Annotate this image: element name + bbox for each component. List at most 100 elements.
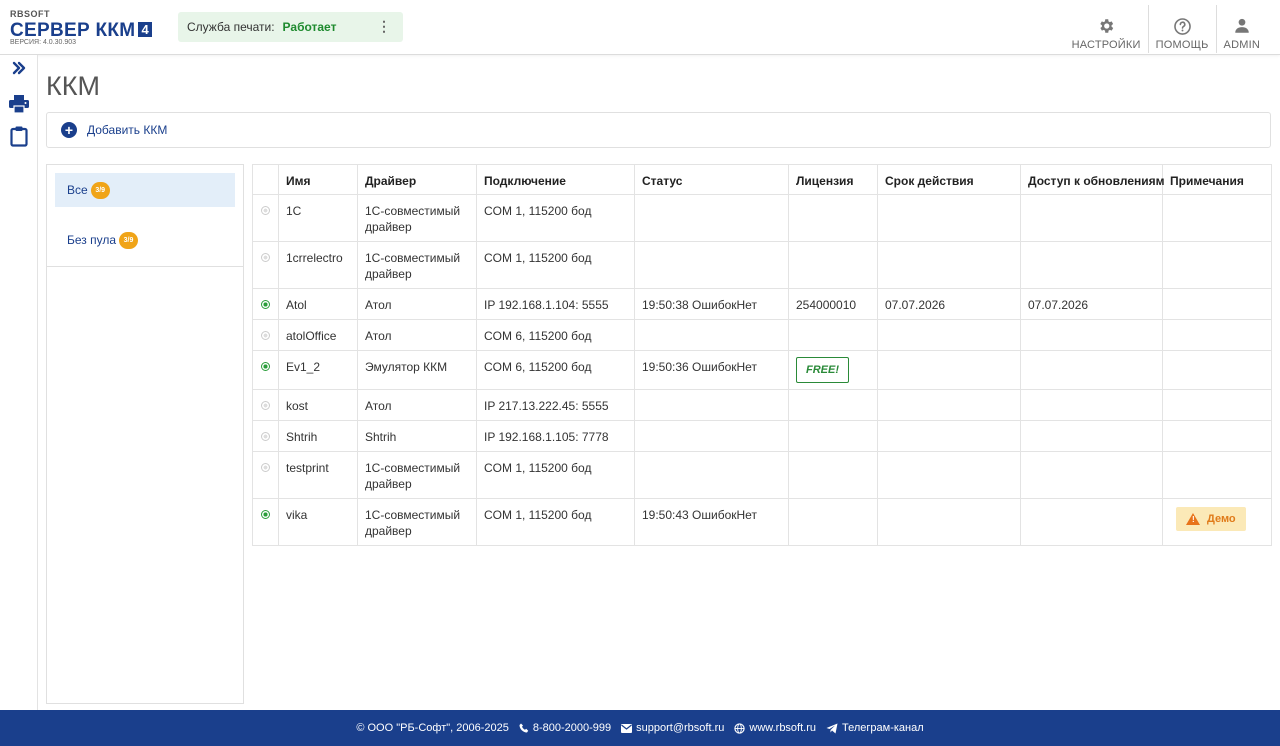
status-cell (252, 288, 279, 320)
clipboard-icon[interactable] (0, 126, 38, 147)
help-button[interactable]: ПОМОЩЬ (1147, 5, 1216, 53)
cell-connection: COM 6, 115200 бод (476, 319, 635, 351)
column-header[interactable]: Драйвер (357, 164, 477, 195)
cell-name: atolOffice (278, 319, 358, 351)
table-row[interactable]: vika 1С-совместимый драйвер COM 1, 115200 … (252, 498, 1272, 546)
cell-name: 1C (278, 194, 358, 242)
plus-icon[interactable]: + (61, 122, 77, 138)
print-service-state: Работает (282, 20, 337, 34)
phone-icon (519, 723, 529, 733)
table-row[interactable]: 1C 1С-совместимый драйвер COM 1, 115200 бо… (252, 194, 1272, 242)
cell-connection: IP 217.13.222.45: 5555 (476, 389, 635, 421)
gear-icon (1097, 16, 1115, 36)
app-logo[interactable]: RBSOFT СЕРВЕР ККМ 4 ВЕРСИЯ: 4.0.30.903 (10, 9, 172, 49)
cell-driver: Атол (357, 389, 477, 421)
cell-status: 19:50:43 ОшибокНет (634, 498, 789, 546)
footer-site: www.rbsoft.ru (749, 722, 817, 734)
cell-status: 19:50:36 ОшибокНет (634, 350, 789, 390)
add-kkm-button[interactable]: Добавить ККМ (87, 123, 167, 137)
footer-telegram: Телеграм-канал (842, 722, 924, 734)
cell-license (788, 194, 878, 242)
kebab-menu-icon[interactable]: ⋮ (377, 18, 391, 34)
printer-icon[interactable] (0, 95, 38, 113)
table-row[interactable]: 1crrelectro 1С-совместимый драйвер COM 1, … (252, 241, 1272, 289)
cell-expires (877, 241, 1021, 289)
offline-indicator-icon (261, 463, 270, 472)
cell-connection: COM 6, 115200 бод (476, 350, 635, 390)
column-header[interactable]: Лицензия (788, 164, 878, 195)
table-row[interactable]: kost Атол IP 217.13.222.45: 5555 (252, 389, 1272, 421)
status-cell (252, 241, 279, 289)
cell-expires (877, 451, 1021, 499)
column-header[interactable]: Срок действия (877, 164, 1021, 195)
cell-notes (1162, 241, 1272, 289)
cell-notes (1162, 350, 1272, 390)
footer-telegram-link[interactable]: Телеграм-канал (826, 722, 924, 734)
table-row[interactable]: Shtrih Shtrih IP 192.168.1.105: 7778 (252, 420, 1272, 452)
table-row[interactable]: testprint 1С-совместимый драйвер COM 1, 11… (252, 451, 1272, 499)
pool-item-label: Без пула (67, 233, 117, 247)
logo-product-name: СЕРВЕР ККМ (10, 20, 136, 41)
footer-phone: 8-800-2000-999 (532, 722, 612, 734)
kkm-table: Имя Драйвер Подключение Статус Лицензия Срок … (252, 164, 1272, 546)
cell-name: kost (278, 389, 358, 421)
column-header[interactable]: Подключение (476, 164, 635, 195)
column-header[interactable]: Примечания (1162, 164, 1272, 195)
print-service-status: Служба печати: Работает ⋮ (178, 12, 403, 42)
cell-driver: 1С-совместимый драйвер (357, 241, 477, 289)
demo-badge: ! Демо (1176, 507, 1246, 531)
top-actions: НАСТРОЙКИ ПОМОЩЬ ADMIN (1065, 0, 1280, 54)
cell-license: FREE! (788, 350, 878, 390)
cell-driver: 1С-совместимый драйвер (357, 498, 477, 546)
online-indicator-icon (261, 300, 270, 309)
settings-button[interactable]: НАСТРОЙКИ (1065, 5, 1148, 53)
expand-icon[interactable] (0, 61, 38, 75)
cell-connection: COM 1, 115200 бод (476, 451, 635, 499)
footer-phone-link[interactable]: 8-800-2000-999 (519, 722, 611, 734)
cell-status (634, 389, 789, 421)
cell-updates (1020, 319, 1163, 351)
footer-email-link[interactable]: support@rbsoft.ru (621, 722, 724, 734)
footer-email: support@rbsoft.ru (636, 722, 725, 734)
cell-status (634, 194, 789, 242)
offline-indicator-icon (261, 432, 270, 441)
pool-item-all[interactable]: Все 3/9 (55, 173, 235, 207)
pool-item-no-pool[interactable]: Без пула 3/9 (55, 223, 235, 257)
cell-updates (1020, 350, 1163, 390)
column-header[interactable]: Доступ к обновлениям (1020, 164, 1165, 195)
user-label: ADMIN (1223, 39, 1260, 51)
cell-license (788, 451, 878, 499)
cell-driver: Атол (357, 319, 477, 351)
column-header[interactable]: Имя (278, 164, 358, 195)
cell-driver: Эмулятор ККМ (357, 350, 477, 390)
cell-expires (877, 194, 1021, 242)
warning-icon: ! (1186, 513, 1200, 525)
status-cell (252, 319, 279, 351)
cell-license (788, 241, 878, 289)
table-row[interactable]: Ev1_2 Эмулятор ККМ COM 6, 115200 бод 19:50:… (252, 350, 1272, 390)
help-label: ПОМОЩЬ (1155, 39, 1209, 51)
cell-notes (1162, 389, 1272, 421)
offline-indicator-icon (261, 331, 270, 340)
cell-notes (1162, 194, 1272, 242)
status-cell (252, 498, 279, 546)
column-header[interactable]: Статус (634, 164, 789, 195)
footer-copyright: © ООО "РБ-Софт", 2006-2025 (356, 722, 509, 734)
table-row[interactable]: Atol Атол IP 192.168.1.104: 5555 19:50:38 О… (252, 288, 1272, 320)
status-cell (252, 350, 279, 390)
cell-status: 19:50:38 ОшибокНет (634, 288, 789, 320)
cell-expires: 07.07.2026 (877, 288, 1021, 320)
page-title: ККМ (46, 71, 100, 101)
user-menu-button[interactable]: ADMIN (1215, 5, 1280, 53)
cell-driver: 1С-совместимый драйвер (357, 194, 477, 242)
cell-name: 1crrelectro (278, 241, 358, 289)
print-service-label: Служба печати: (187, 20, 275, 34)
table-row[interactable]: atolOffice Атол COM 6, 115200 бод (252, 319, 1272, 351)
cell-notes (1162, 451, 1272, 499)
settings-label: НАСТРОЙКИ (1071, 39, 1141, 51)
cell-status (634, 451, 789, 499)
cell-expires (877, 350, 1021, 390)
offline-indicator-icon (261, 401, 270, 410)
footer-site-link[interactable]: www.rbsoft.ru (734, 722, 816, 734)
cell-status (634, 319, 789, 351)
